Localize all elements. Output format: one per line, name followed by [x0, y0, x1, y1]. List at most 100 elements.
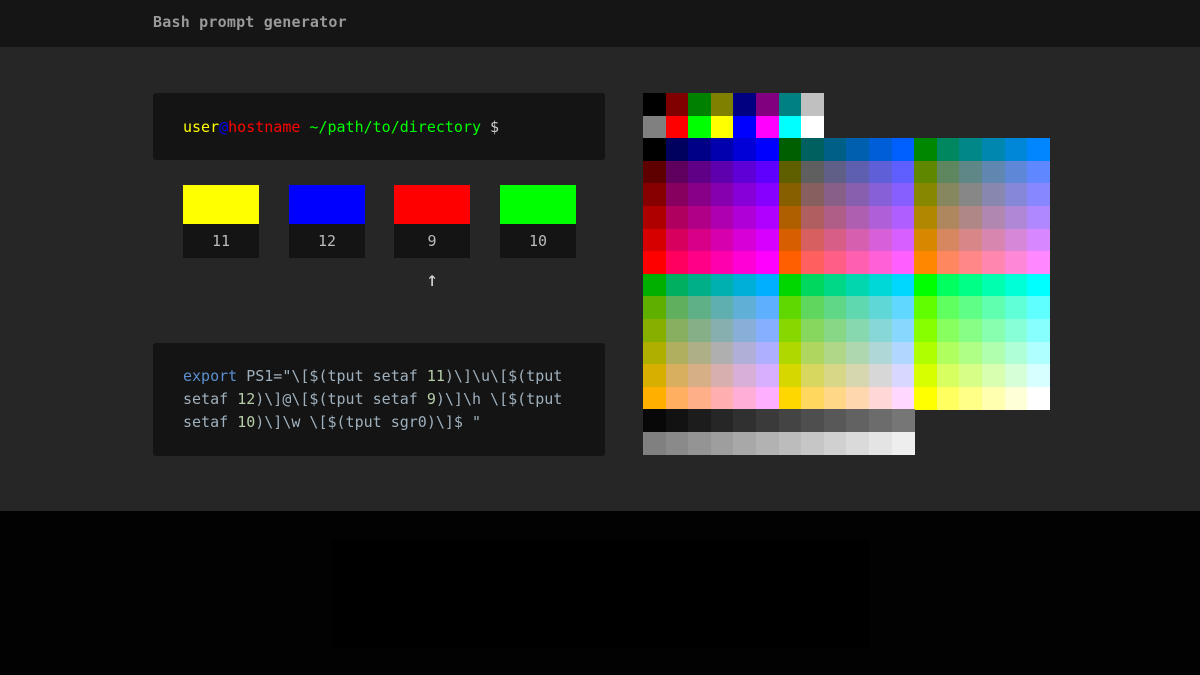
palette-color-91[interactable]	[710, 183, 734, 207]
swatch-color-chip[interactable]	[183, 185, 259, 224]
palette-color-37[interactable]	[710, 273, 734, 297]
palette-color-117[interactable]	[891, 319, 915, 342]
palette-color-156[interactable]	[959, 341, 983, 365]
palette-color-186[interactable]	[823, 364, 847, 388]
palette-color-95[interactable]	[801, 183, 825, 207]
palette-color-28[interactable]	[914, 138, 938, 162]
palette-color-77[interactable]	[801, 296, 825, 320]
palette-color-181[interactable]	[710, 364, 734, 388]
palette-color-123[interactable]	[1027, 319, 1051, 342]
palette-color-25[interactable]	[846, 138, 870, 162]
palette-color-122[interactable]	[1004, 319, 1028, 342]
palette-color-178[interactable]	[643, 364, 666, 388]
palette-color-43[interactable]	[846, 273, 870, 297]
palette-color-255[interactable]	[891, 432, 915, 455]
palette-color-31[interactable]	[982, 138, 1005, 162]
palette-color-18[interactable]	[688, 138, 712, 162]
palette-color-193[interactable]	[982, 364, 1005, 388]
palette-color-231[interactable]	[1027, 386, 1051, 410]
palette-color-188[interactable]	[869, 364, 892, 388]
palette-color-225[interactable]	[891, 386, 915, 410]
palette-color-155[interactable]	[936, 341, 960, 365]
palette-color-200[interactable]	[733, 251, 757, 275]
palette-color-137[interactable]	[936, 206, 960, 229]
palette-color-149[interactable]	[801, 341, 825, 365]
palette-color-185[interactable]	[801, 364, 825, 388]
palette-color-145[interactable]	[710, 341, 734, 365]
palette-color-5[interactable]	[756, 93, 779, 116]
palette-color-241[interactable]	[846, 409, 870, 433]
palette-color-147[interactable]	[756, 341, 779, 365]
palette-color-103[interactable]	[982, 183, 1005, 207]
palette-color-237[interactable]	[756, 409, 779, 433]
palette-color-76[interactable]	[778, 296, 802, 320]
palette-color-27[interactable]	[891, 138, 915, 162]
palette-color-71[interactable]	[665, 296, 689, 320]
palette-color-47[interactable]	[936, 273, 960, 297]
palette-color-243[interactable]	[891, 409, 915, 433]
palette-color-97[interactable]	[846, 183, 870, 207]
palette-color-29[interactable]	[936, 138, 960, 162]
palette-color-207[interactable]	[891, 251, 915, 275]
palette-color-11[interactable]	[710, 115, 734, 139]
palette-color-157[interactable]	[982, 341, 1005, 365]
palette-color-84[interactable]	[959, 296, 983, 320]
palette-color-44[interactable]	[869, 273, 892, 297]
palette-color-15[interactable]	[801, 115, 825, 139]
palette-color-34[interactable]	[643, 273, 666, 297]
palette-color-139[interactable]	[982, 206, 1005, 229]
palette-color-32[interactable]	[1004, 138, 1028, 162]
palette-color-59[interactable]	[801, 160, 825, 184]
palette-color-54[interactable]	[688, 160, 712, 184]
palette-color-124[interactable]	[643, 206, 666, 229]
palette-color-228[interactable]	[959, 386, 983, 410]
prompt-segment[interactable]: @	[219, 118, 228, 136]
palette-color-211[interactable]	[982, 251, 1005, 275]
palette-color-96[interactable]	[823, 183, 847, 207]
palette-color-24[interactable]	[823, 138, 847, 162]
color-swatch[interactable]: 9	[394, 185, 470, 258]
palette-color-177[interactable]	[1027, 228, 1051, 252]
palette-color-246[interactable]	[688, 432, 712, 455]
palette-color-197[interactable]	[665, 251, 689, 275]
palette-color-16[interactable]	[643, 138, 666, 162]
palette-color-66[interactable]	[959, 160, 983, 184]
palette-color-189[interactable]	[891, 364, 915, 388]
palette-color-219[interactable]	[756, 386, 779, 410]
palette-color-129[interactable]	[756, 206, 779, 229]
palette-color-10[interactable]	[688, 115, 712, 139]
palette-color-131[interactable]	[801, 206, 825, 229]
palette-color-166[interactable]	[778, 228, 802, 252]
palette-color-64[interactable]	[914, 160, 938, 184]
palette-color-68[interactable]	[1004, 160, 1028, 184]
palette-color-220[interactable]	[778, 386, 802, 410]
palette-color-51[interactable]	[1027, 273, 1051, 297]
swatch-color-chip[interactable]	[500, 185, 576, 224]
palette-color-119[interactable]	[936, 319, 960, 342]
palette-color-215[interactable]	[665, 386, 689, 410]
palette-color-230[interactable]	[1004, 386, 1028, 410]
palette-color-196[interactable]	[643, 251, 666, 275]
palette-color-100[interactable]	[914, 183, 938, 207]
palette-color-201[interactable]	[756, 251, 779, 275]
palette-color-249[interactable]	[756, 432, 779, 455]
palette-color-46[interactable]	[914, 273, 938, 297]
palette-color-19[interactable]	[710, 138, 734, 162]
palette-color-135[interactable]	[891, 206, 915, 229]
palette-color-133[interactable]	[846, 206, 870, 229]
palette-color-20[interactable]	[733, 138, 757, 162]
palette-color-141[interactable]	[1027, 206, 1051, 229]
palette-color-112[interactable]	[778, 319, 802, 342]
palette-color-242[interactable]	[869, 409, 892, 433]
palette-color-244[interactable]	[643, 432, 666, 455]
palette-color-55[interactable]	[710, 160, 734, 184]
palette-color-126[interactable]	[688, 206, 712, 229]
palette-color-109[interactable]	[710, 319, 734, 342]
palette-color-208[interactable]	[914, 251, 938, 275]
palette-color-162[interactable]	[688, 228, 712, 252]
palette-color-101[interactable]	[936, 183, 960, 207]
palette-color-48[interactable]	[959, 273, 983, 297]
palette-color-212[interactable]	[1004, 251, 1028, 275]
palette-color-81[interactable]	[891, 296, 915, 320]
palette-color-23[interactable]	[801, 138, 825, 162]
